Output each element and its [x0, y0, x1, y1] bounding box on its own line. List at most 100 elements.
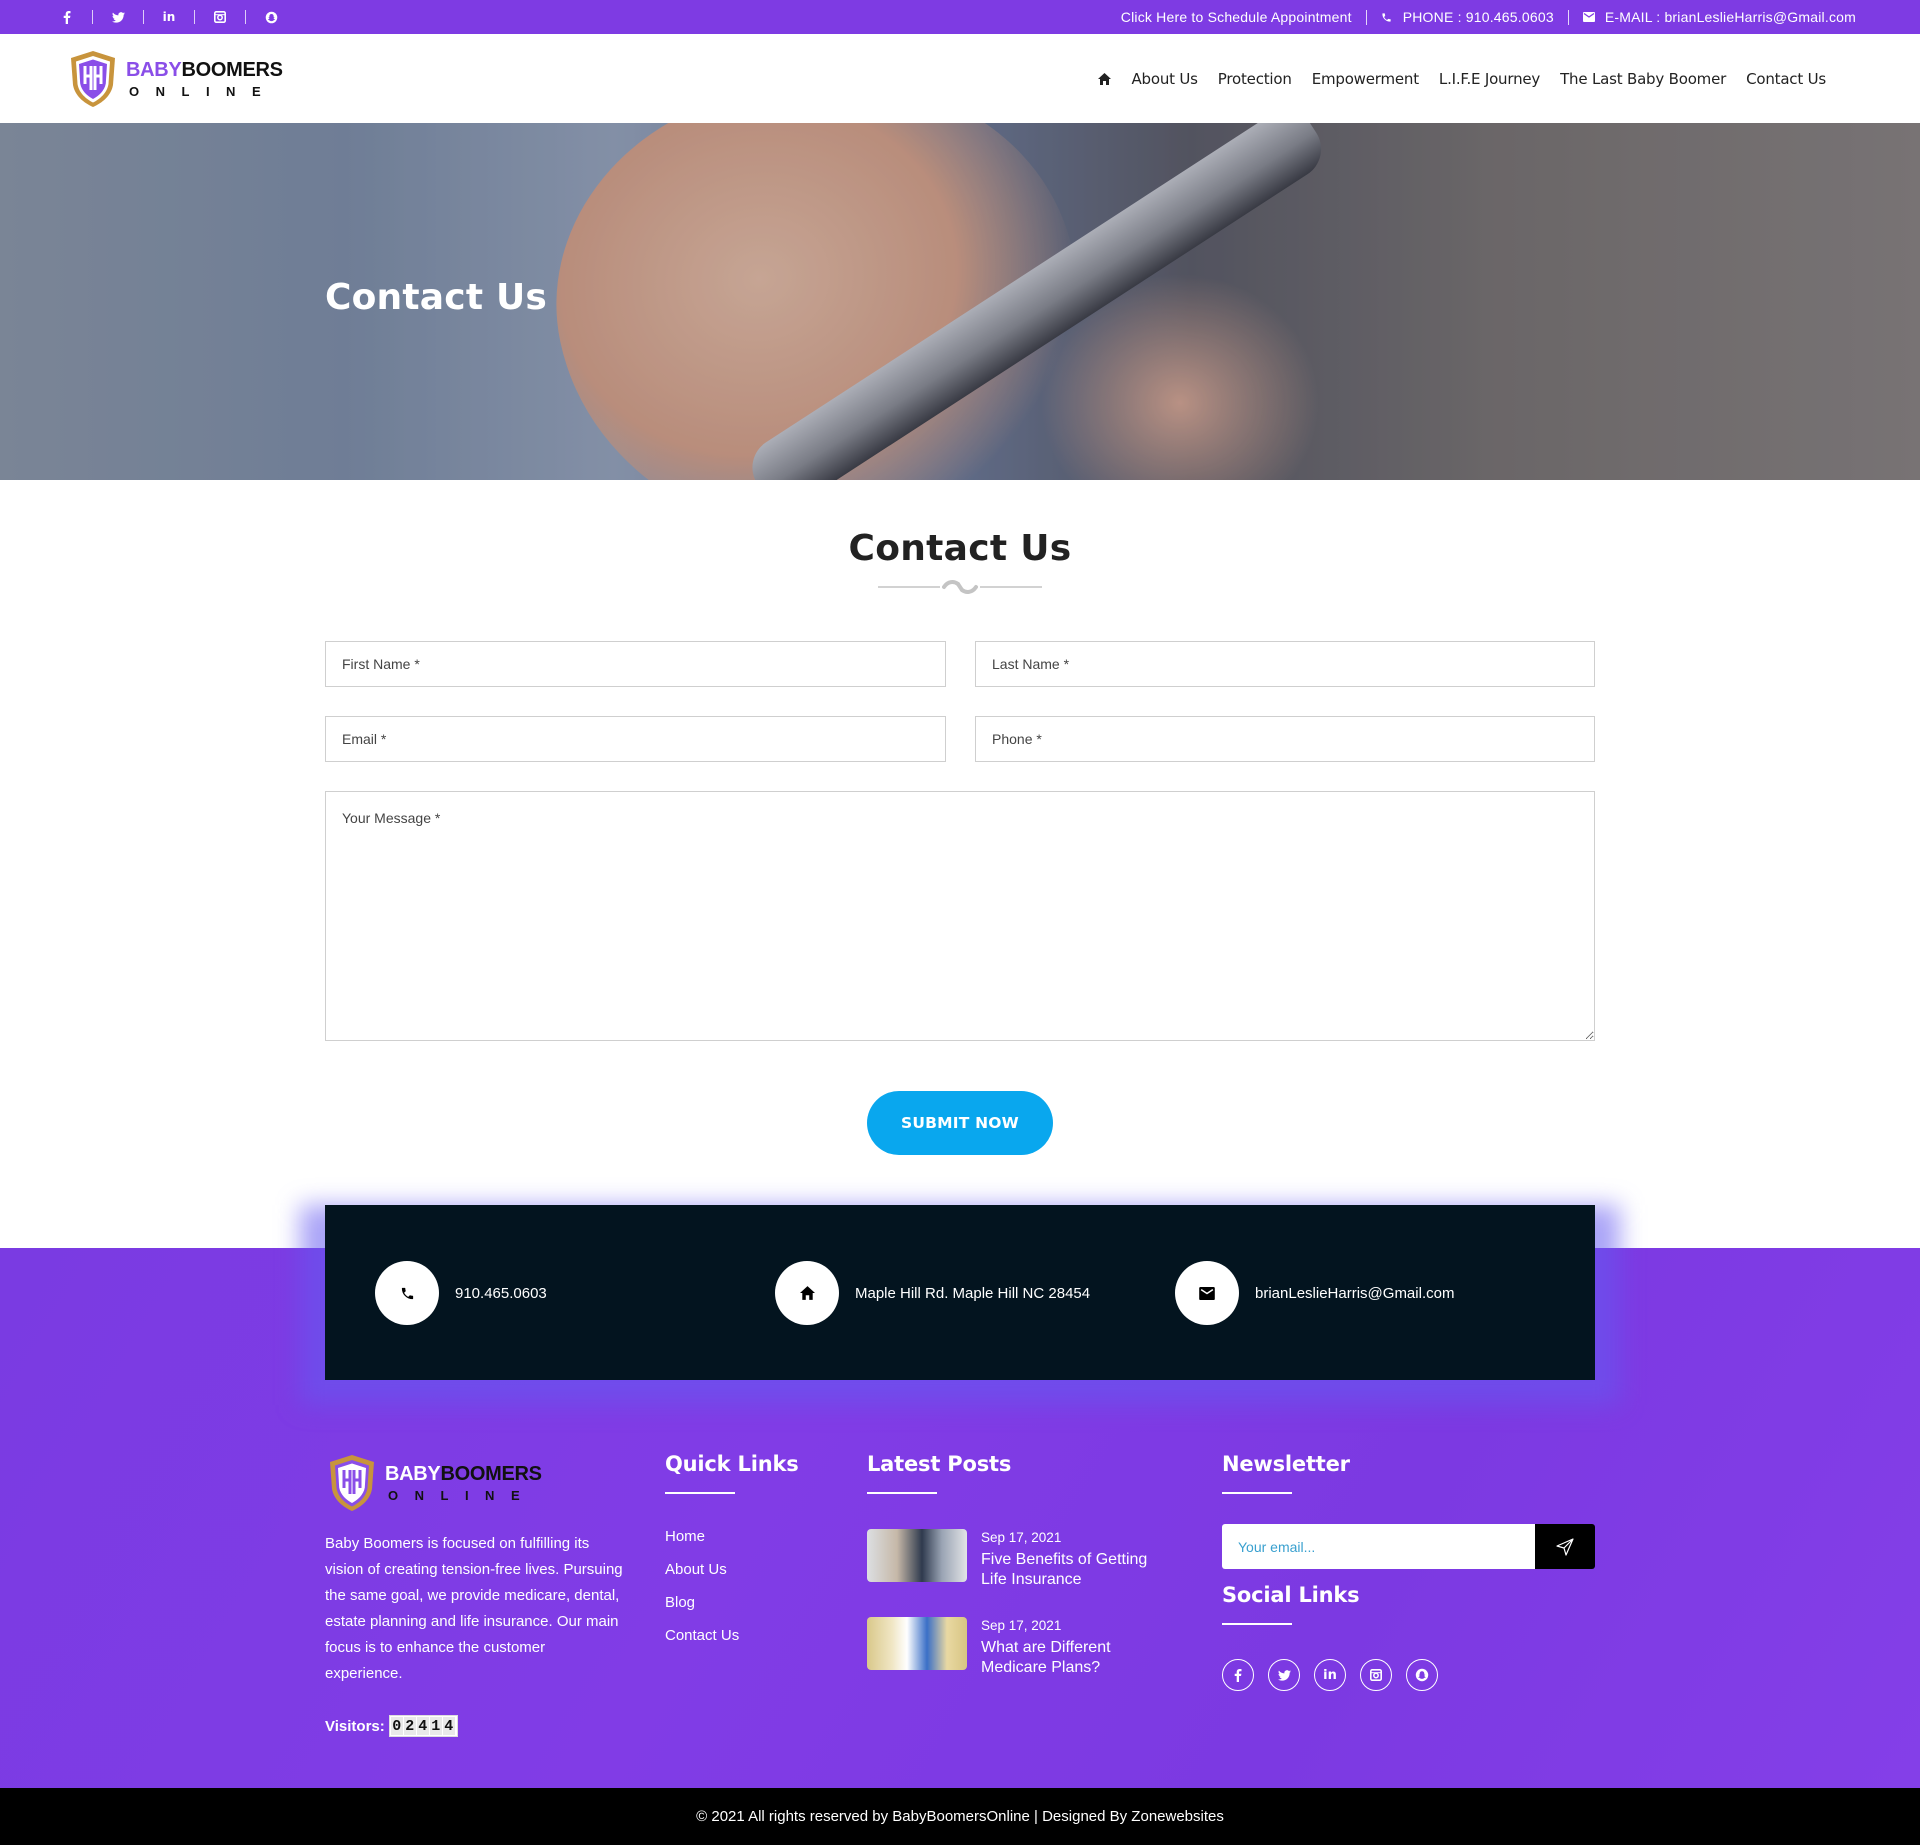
facebook-icon[interactable]	[1222, 1659, 1254, 1691]
contact-info-box: 910.465.0603 Maple Hill Rd. Maple Hill N…	[325, 1205, 1595, 1380]
topbar-social-links: in	[58, 0, 280, 34]
snapchat-icon[interactable]	[262, 8, 280, 26]
home-icon	[775, 1261, 839, 1325]
contact-address: Maple Hill Rd. Maple Hill NC 28454	[775, 1261, 1090, 1325]
nav-last-baby-boomer[interactable]: The Last Baby Boomer	[1560, 70, 1726, 88]
contact-email: brianLeslieHarris@Gmail.com	[1175, 1261, 1454, 1325]
phone-icon	[1381, 11, 1393, 23]
linkedin-icon[interactable]: in	[1314, 1659, 1346, 1691]
shield-logo-icon	[71, 51, 115, 107]
footer-logo[interactable]: BABYBOOMERS ONLINE	[327, 1453, 542, 1513]
post-thumbnail[interactable]	[867, 1617, 967, 1670]
nav-empowerment[interactable]: Empowerment	[1312, 70, 1419, 88]
latest-post-item[interactable]: Sep 17, 2021 What are Different Medicare…	[867, 1617, 1171, 1678]
nav-life-journey[interactable]: L.I.F.E Journey	[1439, 70, 1540, 88]
site-logo[interactable]: BABYBOOMERS ONLINE	[68, 49, 283, 109]
visitor-digit: 4	[416, 1717, 429, 1735]
envelope-icon	[1175, 1261, 1239, 1325]
hero-overlay	[0, 123, 1920, 480]
section-title: Contact Us	[848, 528, 1072, 569]
visitor-digit: 2	[403, 1717, 416, 1735]
visitor-digits: 0 2 4 1 4	[388, 1715, 458, 1737]
shield-logo-icon	[330, 1455, 374, 1511]
site-header: BABYBOOMERS ONLINE About Us Protection E…	[0, 34, 1920, 123]
topbar-phone-text[interactable]: PHONE : 910.465.0603	[1403, 9, 1554, 25]
topbar-phone: PHONE : 910.465.0603	[1381, 9, 1554, 25]
quick-links-list: Home About Us Blog Contact Us	[665, 1526, 739, 1658]
divider	[1365, 9, 1367, 25]
send-icon	[1556, 1537, 1574, 1556]
footer-social-links: in	[1222, 1659, 1438, 1691]
facebook-icon[interactable]	[58, 8, 76, 26]
twitter-icon[interactable]	[109, 8, 127, 26]
logo-word-online: ONLINE	[388, 1488, 537, 1503]
quick-link-home[interactable]: Home	[665, 1526, 739, 1559]
newsletter-email-input[interactable]	[1222, 1524, 1536, 1569]
divider	[143, 10, 144, 24]
logo-word-boomers: BOOMERS	[181, 59, 283, 81]
logo-wordmark: BABYBOOMERS ONLINE	[385, 1464, 542, 1502]
visitor-counter: Visitors: 0 2 4 1 4	[325, 1715, 458, 1737]
nav-about-us[interactable]: About Us	[1131, 70, 1198, 88]
logo-wordmark: BABYBOOMERS ONLINE	[126, 60, 283, 98]
post-thumbnail[interactable]	[867, 1529, 967, 1582]
divider	[92, 10, 93, 24]
quick-link-about-us[interactable]: About Us	[665, 1559, 739, 1592]
latest-post-item[interactable]: Sep 17, 2021 Five Benefits of Getting Li…	[867, 1529, 1171, 1590]
social-links-heading: Social Links	[1222, 1583, 1360, 1625]
quick-link-contact-us[interactable]: Contact Us	[665, 1625, 739, 1658]
twitter-icon[interactable]	[1268, 1659, 1300, 1691]
topbar-email: E-MAIL : brianLeslieHarris@Gmail.com	[1582, 9, 1856, 25]
copyright-text: © 2021 All rights reserved by BabyBoomer…	[696, 1808, 1224, 1825]
copyright-bar: © 2021 All rights reserved by BabyBoomer…	[0, 1788, 1920, 1845]
instagram-icon[interactable]	[211, 8, 229, 26]
logo-word-online: ONLINE	[129, 84, 278, 99]
quick-link-blog[interactable]: Blog	[665, 1592, 739, 1625]
post-title-link[interactable]: What are Different Medicare Plans?	[981, 1638, 1171, 1678]
phone-icon	[375, 1261, 439, 1325]
logo-word-baby: BABY	[126, 59, 182, 81]
visitor-digit: 1	[429, 1717, 442, 1735]
latest-posts-heading: Latest Posts	[867, 1452, 1012, 1494]
phone-input[interactable]	[975, 716, 1595, 762]
hero-title: Contact Us	[325, 277, 548, 318]
first-name-input[interactable]	[325, 641, 946, 687]
visitor-digit: 0	[390, 1717, 403, 1735]
newsletter-heading: Newsletter	[1222, 1452, 1350, 1494]
topbar-contact: Click Here to Schedule Appointment PHONE…	[1121, 0, 1856, 34]
newsletter-submit-button[interactable]	[1535, 1524, 1595, 1569]
quick-links-heading: Quick Links	[665, 1452, 799, 1494]
visitors-label: Visitors:	[325, 1717, 385, 1735]
envelope-icon	[1582, 11, 1595, 23]
linkedin-icon[interactable]: in	[160, 8, 178, 26]
message-textarea[interactable]	[325, 791, 1595, 1041]
main-nav: About Us Protection Empowerment L.I.F.E …	[1098, 34, 1826, 123]
home-icon[interactable]	[1098, 72, 1112, 86]
visitor-digit: 4	[442, 1717, 455, 1735]
divider	[194, 10, 195, 24]
nav-contact-us[interactable]: Contact Us	[1746, 70, 1826, 88]
contact-phone: 910.465.0603	[375, 1261, 547, 1325]
contact-phone-text[interactable]: 910.465.0603	[455, 1285, 547, 1302]
hero-banner: Contact Us	[0, 123, 1920, 480]
post-date: Sep 17, 2021	[981, 1530, 1062, 1545]
contact-email-text[interactable]: brianLeslieHarris@Gmail.com	[1255, 1285, 1454, 1302]
logo-word-baby: BABY	[385, 1463, 441, 1485]
divider	[1567, 9, 1569, 25]
email-input[interactable]	[325, 716, 946, 762]
post-title-link[interactable]: Five Benefits of Getting Life Insurance	[981, 1550, 1171, 1590]
snapchat-icon[interactable]	[1406, 1659, 1438, 1691]
schedule-appointment-link[interactable]: Click Here to Schedule Appointment	[1121, 9, 1352, 25]
footer-about-text: Baby Boomers is focused on fulfilling it…	[325, 1535, 623, 1682]
submit-button[interactable]: SUBMIT NOW	[867, 1091, 1053, 1155]
post-date: Sep 17, 2021	[981, 1618, 1062, 1633]
contact-address-text: Maple Hill Rd. Maple Hill NC 28454	[855, 1284, 1091, 1302]
last-name-input[interactable]	[975, 641, 1595, 687]
logo-word-boomers: BOOMERS	[440, 1463, 542, 1485]
divider	[245, 10, 246, 24]
topbar-email-text[interactable]: E-MAIL : brianLeslieHarris@Gmail.com	[1605, 9, 1856, 25]
instagram-icon[interactable]	[1360, 1659, 1392, 1691]
nav-protection[interactable]: Protection	[1218, 70, 1292, 88]
ornament-divider-icon	[878, 580, 1042, 594]
top-bar: in Click Here to Schedule Appointment PH…	[0, 0, 1920, 34]
